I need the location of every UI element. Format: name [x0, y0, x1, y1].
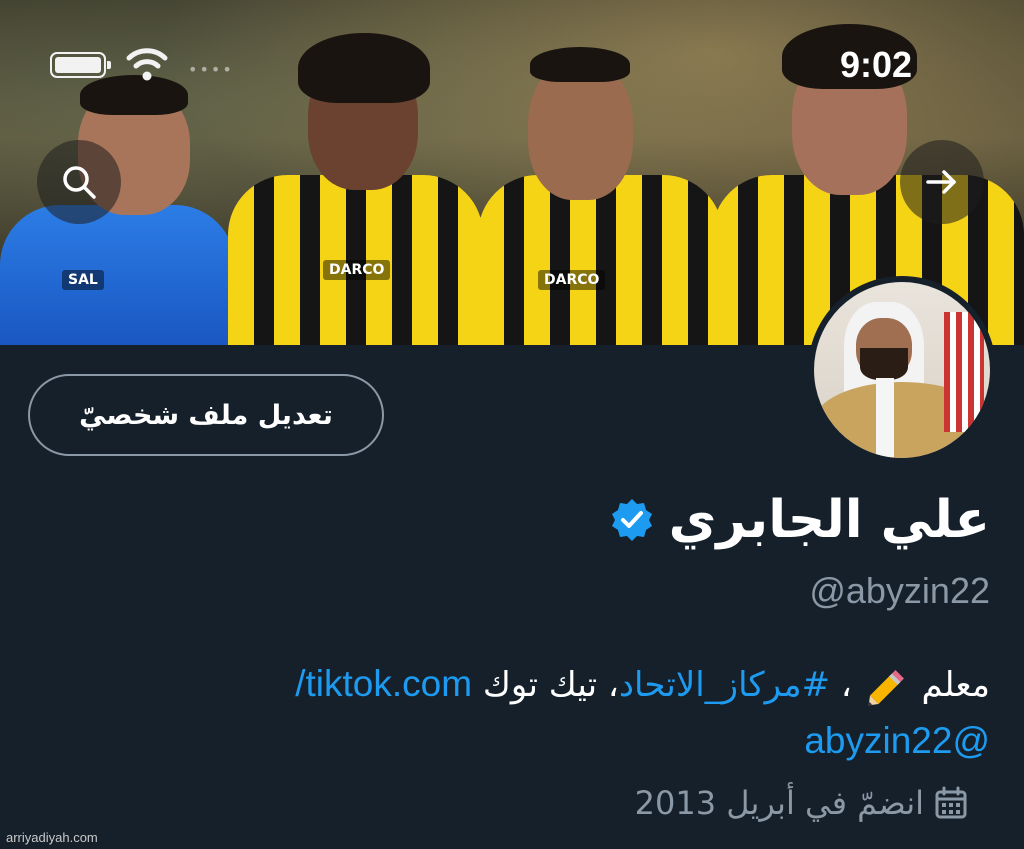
forward-button[interactable] — [900, 140, 984, 224]
profile-bio: معلم ، #مركاز_الاتحاد، تيك توك tiktok.co… — [190, 656, 990, 770]
avatar-image — [814, 282, 990, 458]
joined-date: انضمّ في أبريل 2013 — [635, 784, 968, 822]
banner-player-2: DARCO — [228, 15, 483, 345]
banner-sponsor-text: SAL — [62, 270, 104, 290]
bio-text: تيك توك — [482, 665, 598, 705]
profile-avatar[interactable] — [808, 276, 996, 464]
bio-text: معلم — [921, 665, 991, 705]
display-name: علي الجابري — [668, 490, 990, 550]
wifi-icon — [126, 48, 168, 81]
pencil-emoji-icon — [868, 669, 904, 705]
banner-sponsor-text: DARCO — [538, 270, 606, 290]
battery-icon — [50, 52, 111, 78]
edit-profile-button[interactable]: تعديل ملف شخصيّ — [28, 374, 384, 456]
bio-separator: ، — [607, 665, 619, 705]
arrow-right-icon — [926, 170, 956, 194]
search-button[interactable] — [37, 140, 121, 224]
tiktok-handle-link[interactable]: @abyzin22 — [804, 720, 990, 761]
bio-separator: ، — [840, 665, 852, 705]
search-icon — [63, 166, 96, 199]
watermark: arriyadiyah.com — [6, 830, 98, 845]
verified-badge-icon — [611, 499, 652, 541]
calendar-icon — [935, 786, 967, 819]
joined-text: انضمّ في أبريل 2013 — [634, 784, 924, 822]
signal-dots: •••• — [188, 60, 234, 79]
status-time: 9:02 — [840, 44, 913, 85]
profile-handle: @abyzin22 — [809, 570, 990, 611]
banner-sponsor-text: DARCO — [323, 260, 391, 280]
display-name-row: علي الجابري — [609, 490, 990, 550]
hashtag-link[interactable]: #مركاز_الاتحاد — [619, 665, 830, 705]
banner-player-3: DARCO — [478, 25, 723, 345]
tiktok-link[interactable]: tiktok.com/ — [295, 663, 472, 704]
